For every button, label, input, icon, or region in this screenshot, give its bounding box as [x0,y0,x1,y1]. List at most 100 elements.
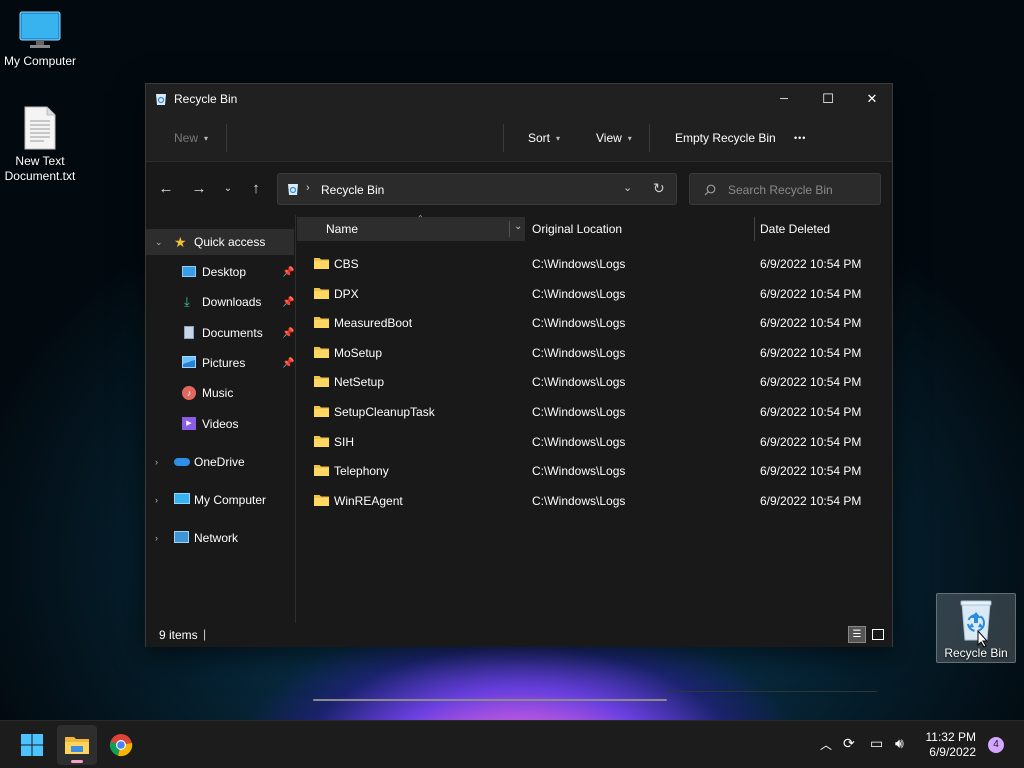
folder-icon [314,287,329,299]
maximize-icon: ☐ [822,91,834,106]
sidebar-item-label: Desktop [202,265,247,279]
file-name: CBS [334,257,359,271]
search-placeholder: Search Recycle Bin [728,183,833,197]
desktop-icon-my-computer[interactable]: My Computer [0,10,80,69]
search-box[interactable]: Search Recycle Bin [689,173,881,205]
empty-recycle-bin-button[interactable]: Empty Recycle Bin [675,128,776,148]
table-row[interactable]: CBS C:\Windows\Logs 6/9/2022 10:54 PM [297,249,892,278]
minimize-button[interactable]: ─ [762,84,806,114]
view-button[interactable]: View ▾ [596,128,632,148]
refresh-icon[interactable]: ↻ [653,180,665,197]
original-location: C:\Windows\Logs [532,464,626,479]
close-button[interactable]: ✕ [850,84,894,114]
sidebar-item-pictures[interactable]: Pictures 📌 [146,350,294,376]
more-options-button[interactable]: ••• [794,128,806,148]
scrollbar-track [667,691,877,692]
sidebar-item-quick-access[interactable]: ⌄ ★ Quick access [146,229,294,255]
sidebar-item-desktop[interactable]: Desktop 📌 [146,259,294,285]
text-file-icon [24,106,56,150]
volume-icon[interactable]: 🔊︎ [895,735,904,752]
command-bar: New ▾ Sort ▾ View ▾ Empty Recycle Bin ••… [146,114,892,162]
item-count: 9 items [159,628,198,642]
file-name: NetSetup [334,375,385,390]
table-row[interactable]: Telephony C:\Windows\Logs 6/9/2022 10:54 P… [297,456,892,485]
table-row[interactable]: MoSetup C:\Windows\Logs 6/9/2022 10:54 PM [297,338,892,367]
sidebar-item-music[interactable]: ♪ Music [146,380,294,406]
details-view-icon: ☰ [852,629,862,640]
table-row[interactable]: MeasuredBoot C:\Windows\Logs 6/9/2022 10:5… [297,308,892,337]
clock-date: 6/9/2022 [929,745,976,759]
column-header-name[interactable]: ⌃ Name ⌄ [297,214,525,241]
horizontal-scrollbar[interactable] [313,699,667,701]
new-button[interactable]: New ▾ [174,128,208,148]
desktop-icon [182,266,196,277]
up-button[interactable]: ↑ [244,178,268,200]
tiles-view-icon [871,629,884,640]
back-button[interactable]: ← [154,178,178,200]
toolbar-divider [503,124,504,152]
file-name: DPX [334,286,359,301]
maximize-button[interactable]: ☐ [806,84,850,114]
tiles-view-button[interactable] [869,626,886,643]
window-title: Recycle Bin [174,92,238,106]
table-row[interactable]: SetupCleanupTask C:\Windows\Logs 6/9/2022 … [297,397,892,426]
title-bar[interactable]: Recycle Bin ─ ☐ ✕ [146,84,892,114]
sidebar-item-label: Music [202,386,234,400]
sidebar-item-label: Videos [202,417,239,431]
minimize-icon: ─ [780,93,788,105]
address-bar[interactable]: › Recycle Bin ⌄ ↻ [277,173,677,205]
table-row[interactable]: WinREAgent C:\Windows\Logs 6/9/2022 10:54 … [297,486,892,515]
date-deleted: 6/9/2022 10:54 PM [760,375,862,390]
date-deleted: 6/9/2022 10:54 PM [760,434,862,449]
table-row[interactable]: NetSetup C:\Windows\Logs 6/9/2022 10:54 PM [297,367,892,396]
file-name: Telephony [334,464,389,479]
network-status-icon[interactable]: ▭ [870,735,883,752]
desktop-icon-text-document[interactable]: New Text Document.txt [0,106,80,184]
recent-locations-button[interactable]: ⌄ [216,178,240,200]
column-header-label: Name [326,222,359,236]
pin-icon: 📌 [282,296,295,308]
column-filter-chevron-icon[interactable]: ⌄ [509,221,522,237]
empty-recycle-bin-label: Empty Recycle Bin [675,131,776,145]
address-history-chevron-icon[interactable]: ⌄ [623,181,632,194]
table-row[interactable]: SIH C:\Windows\Logs 6/9/2022 10:54 PM [297,427,892,456]
sort-button[interactable]: Sort ▾ [528,128,560,148]
chevron-down-icon: ▾ [556,133,561,143]
sidebar-item-videos[interactable]: ▶ Videos [146,411,294,437]
sidebar-item-documents[interactable]: Documents 📌 [146,320,294,346]
folder-icon [314,317,329,329]
date-deleted: 6/9/2022 10:54 PM [760,345,862,360]
sidebar-item-network[interactable]: › Network [146,525,294,551]
clock[interactable]: 11:32 PM 6/9/2022 [926,730,976,760]
notification-badge[interactable]: 4 [988,737,1004,753]
expand-chevron-icon[interactable]: › [155,495,158,505]
show-hidden-icons-chevron-icon[interactable]: ︿ [820,736,832,753]
toolbar-divider [226,124,227,152]
breadcrumb-recycle-bin[interactable]: Recycle Bin [321,183,384,197]
file-explorer-window: Recycle Bin ─ ☐ ✕ New ▾ Sort ▾ View ▾ Em… [145,83,893,701]
taskbar-file-explorer[interactable] [57,725,97,765]
expand-chevron-icon[interactable]: ⌄ [155,237,163,248]
sort-button-label: Sort [528,131,551,145]
search-icon [704,184,716,196]
expand-chevron-icon[interactable]: › [155,457,158,467]
taskbar-chrome[interactable] [101,725,141,765]
computer-icon [174,493,190,504]
folder-icon [314,258,329,269]
sync-status-icon[interactable]: ⟳ [843,735,855,752]
column-header-original-location[interactable]: Original Location [532,217,622,241]
date-deleted: 6/9/2022 10:54 PM [760,316,862,331]
desktop-icon-recycle-bin[interactable]: Recycle Bin [936,593,1016,663]
start-button[interactable] [12,725,52,765]
sidebar-item-onedrive[interactable]: › OneDrive [146,449,294,475]
column-divider[interactable] [754,217,755,241]
music-icon: ♪ [182,386,196,400]
details-view-button[interactable]: ☰ [848,626,866,643]
expand-chevron-icon[interactable]: › [155,533,158,543]
table-row[interactable]: DPX C:\Windows\Logs 6/9/2022 10:54 PM [297,279,892,308]
sidebar-item-downloads[interactable]: ⤓ Downloads 📌 [146,289,294,315]
pin-icon: 📌 [282,327,295,339]
forward-button[interactable]: → [187,178,211,200]
sidebar-item-my-computer[interactable]: › My Computer [146,487,294,513]
column-header-date-deleted[interactable]: Date Deleted [760,217,830,241]
